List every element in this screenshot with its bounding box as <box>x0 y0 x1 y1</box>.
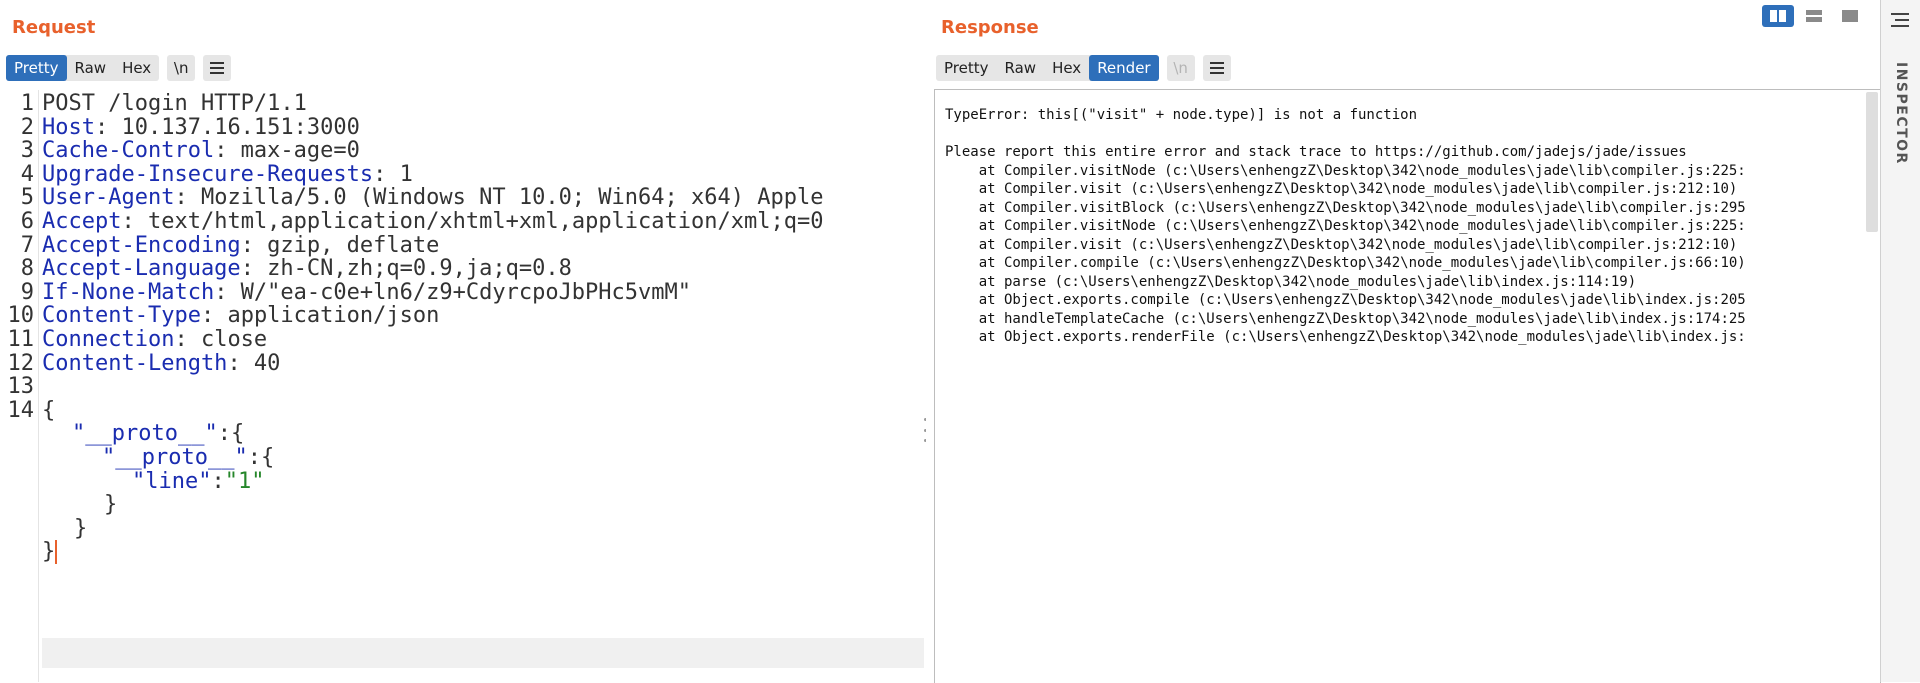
request-view-tabs: Pretty Raw Hex <box>6 55 160 81</box>
json-close-brace: } <box>104 492 118 518</box>
header-key: Content-Length <box>42 350 228 376</box>
response-render-view[interactable]: TypeError: this[("visit" + node.type)] i… <box>934 89 1881 683</box>
tab-hex[interactable]: Hex <box>1044 55 1089 81</box>
header-line: Content-Length: 40 <box>42 350 281 376</box>
hamburger-menu-icon <box>1209 62 1224 74</box>
header-key: Accept <box>42 209 122 234</box>
json-close-brace-line: } <box>42 538 58 567</box>
header-value: 40 <box>240 350 281 376</box>
json-open-brace: { <box>42 397 56 423</box>
header-value: 10.137.16.151:3000 <box>108 114 360 140</box>
request-toolbar: Pretty Raw Hex \n <box>6 55 232 81</box>
hamburger-menu-icon <box>210 62 225 74</box>
error-message: TypeError: this[("visit" + node.type)] i… <box>945 107 1418 123</box>
json-key: "line" <box>132 468 212 494</box>
vertical-scrollbar[interactable] <box>1866 92 1878 232</box>
json-string-value: "1" <box>224 468 265 494</box>
stack-trace-line: at parse (c:\Users\enhengzZ\Desktop\342\… <box>945 273 1637 290</box>
report-message: Please report this entire error and stac… <box>945 144 1687 160</box>
json-punct: :{ <box>247 445 275 470</box>
inspector-label: INSPECTOR <box>1893 62 1909 165</box>
current-line-highlight <box>42 638 924 668</box>
response-toolbar: Pretty Raw Hex Render \n <box>936 55 1231 81</box>
single-pane-icon <box>1842 10 1858 22</box>
stack-trace-line: at Compiler.visitBlock (c:\Users\enhengz… <box>945 199 1746 216</box>
tab-pretty[interactable]: Pretty <box>6 55 67 81</box>
header-value: application/json <box>214 303 440 329</box>
json-punct: : <box>211 468 225 494</box>
inspector-menu-button[interactable] <box>1891 12 1909 31</box>
json-close-brace: } <box>74 515 88 541</box>
stack-trace-line: at handleTemplateCache (c:\Users\enhengz… <box>945 310 1746 327</box>
header-key: User-Agent <box>42 185 175 211</box>
header-value: close <box>187 327 268 352</box>
header-value: Mozilla/5.0 (Windows NT 10.0; Win64; x64… <box>187 185 824 211</box>
inspector-menu-icon <box>1891 13 1909 27</box>
header-key: Cache-Control <box>42 138 215 164</box>
header-value: zh-CN,zh;q=0.9,ja;q=0.8 <box>253 256 572 282</box>
tab-raw[interactable]: Raw <box>997 55 1045 81</box>
stack-trace-line: at Compiler.visit (c:\Users\enhengzZ\Des… <box>945 181 1738 197</box>
header-key: Content-Type <box>42 303 201 329</box>
json-punct: :{ <box>217 421 245 447</box>
gutter-separator <box>38 90 39 682</box>
tab-hex[interactable]: Hex <box>114 55 159 81</box>
header-value: 1 <box>386 161 413 187</box>
header-key: If-None-Match <box>42 279 215 305</box>
header-key: Host <box>42 114 95 140</box>
newline-toggle-button[interactable]: \n <box>1166 55 1195 81</box>
layout-toggle-group <box>1762 5 1866 27</box>
request-editor[interactable]: 1 2 3 4 5 6 7 8 9 10 11 12 13 14 POST /l… <box>0 90 926 682</box>
layout-split-vertical-button[interactable] <box>1798 5 1830 27</box>
layout-single-pane-button[interactable] <box>1834 5 1866 27</box>
request-panel: Request Pretty Raw Hex \n 1 2 3 4 5 6 7 … <box>0 0 927 682</box>
response-view-tabs: Pretty Raw Hex Render <box>936 55 1159 81</box>
inspector-tab[interactable]: INSPECTOR <box>1887 62 1915 182</box>
line-number: 14 <box>7 397 35 423</box>
request-menu-button[interactable] <box>203 55 232 81</box>
response-title: Response <box>941 17 1039 38</box>
tab-render[interactable]: Render <box>1089 55 1159 81</box>
header-value: max-age=0 <box>227 138 360 164</box>
header-value: W/"ea-c0e+ln6/z9+CdyrcpoJbPHc5vmM" <box>227 279 692 305</box>
response-panel: Response Pretty Raw Hex Render \n TypeEr… <box>926 0 1881 683</box>
response-menu-button[interactable] <box>1202 55 1231 81</box>
inspector-sidebar: INSPECTOR <box>1880 0 1920 682</box>
request-title: Request <box>12 17 96 38</box>
stack-trace-line: at Object.exports.compile (c:\Users\enhe… <box>945 292 1746 308</box>
stack-trace-line: at Compiler.visitNode (c:\Users\enhengzZ… <box>945 218 1746 234</box>
layout-split-horizontal-button[interactable] <box>1762 5 1794 27</box>
newline-toggle-button[interactable]: \n <box>167 55 196 81</box>
json-key: "__proto__" <box>102 445 248 470</box>
stack-trace-line: at Object.exports.renderFile (c:\Users\e… <box>945 329 1746 345</box>
json-key: "__proto__" <box>72 421 218 447</box>
stack-trace-line: at Compiler.compile (c:\Users\enhengzZ\D… <box>945 255 1746 271</box>
json-line: "line":"1" <box>132 468 264 497</box>
header-key: Connection <box>42 327 175 352</box>
split-horizontal-icon <box>1770 10 1786 22</box>
header-key: Upgrade-Insecure-Requests <box>42 161 374 187</box>
tab-raw[interactable]: Raw <box>67 55 115 81</box>
json-close-brace: } <box>42 539 56 565</box>
header-key: Accept-Encoding <box>42 232 241 258</box>
split-vertical-icon <box>1806 10 1822 22</box>
header-value: gzip, deflate <box>253 232 440 258</box>
header-value: text/html,application/xhtml+xml,applicat… <box>134 209 824 234</box>
stack-trace-line: at Compiler.visitNode (c:\Users\enhengzZ… <box>945 162 1746 179</box>
text-caret <box>55 540 58 565</box>
tab-pretty[interactable]: Pretty <box>936 55 997 81</box>
header-key: Accept-Language <box>42 256 241 282</box>
stack-trace-line: at Compiler.visit (c:\Users\enhengzZ\Des… <box>945 236 1738 253</box>
